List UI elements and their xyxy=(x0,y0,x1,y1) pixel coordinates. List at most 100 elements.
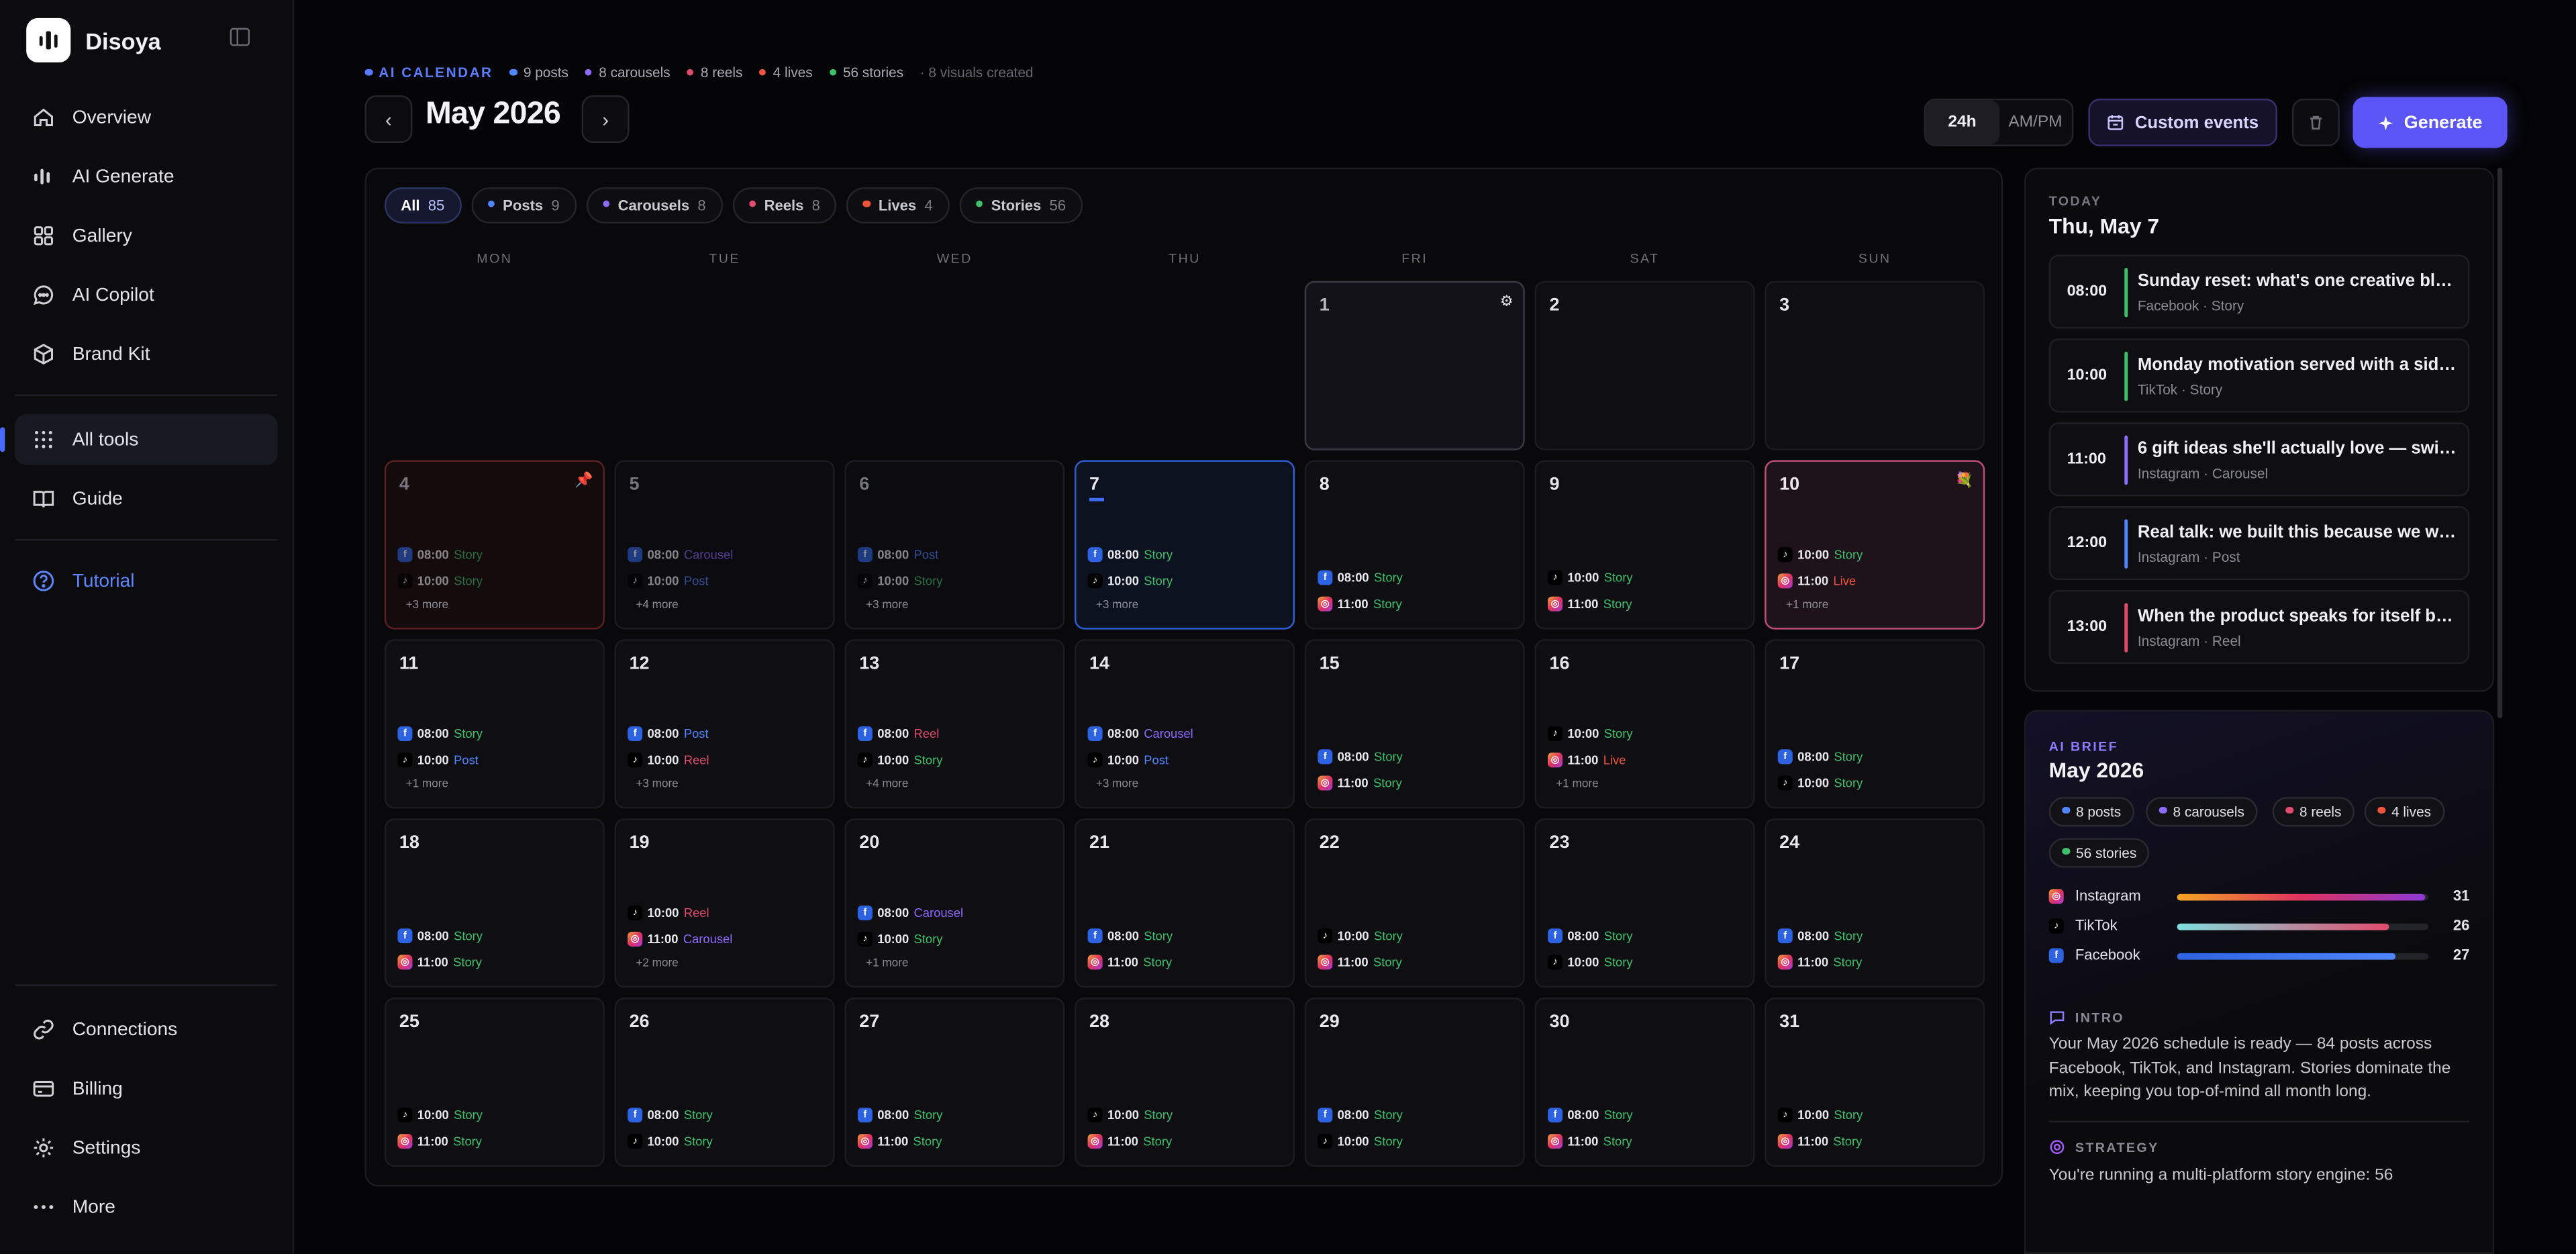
calendar-event[interactable]: ◎ 11:00 Story xyxy=(397,1134,482,1149)
day-cell-27[interactable]: 27 f 08:00 Story ◎ 11:00 Story xyxy=(844,997,1065,1167)
calendar-event[interactable]: f 08:00 Story xyxy=(1777,928,1863,944)
filter-chip-posts[interactable]: Posts 9 xyxy=(470,187,577,224)
next-month-button[interactable]: › xyxy=(581,95,630,143)
calendar-event[interactable]: ◎ 11:00 Story xyxy=(1087,955,1172,970)
calendar-event[interactable]: ♪ 10:00 Story xyxy=(397,573,483,589)
calendar-event[interactable]: f 08:00 Carousel xyxy=(628,547,733,563)
sidebar-item-tutorial[interactable]: Tutorial xyxy=(15,555,278,606)
calendar-event[interactable]: ◎ 11:00 Story xyxy=(1548,1134,1632,1149)
toggle-24h[interactable]: 24h xyxy=(1926,100,1999,145)
calendar-event[interactable]: f 08:00 Story xyxy=(1318,749,1403,765)
filter-chip-all[interactable]: All 85 xyxy=(384,187,461,224)
calendar-event[interactable]: ♪ 10:00 Story xyxy=(1548,570,1633,585)
calendar-event[interactable]: f 08:00 Carousel xyxy=(857,905,963,920)
day-cell-17[interactable]: 17 f 08:00 Story ♪ 10:00 Story xyxy=(1765,639,1985,809)
day-cell-6[interactable]: 6 f 08:00 Post ♪ 10:00 Story +3 more xyxy=(844,460,1065,630)
today-event-card[interactable]: 08:00 Sunday reset: what's one creative … xyxy=(2048,254,2470,329)
today-event-card[interactable]: 10:00 Monday motivation served with a si… xyxy=(2048,338,2470,413)
calendar-event[interactable]: f 08:00 Story xyxy=(1087,928,1173,944)
filter-chip-carousels[interactable]: Carousels 8 xyxy=(585,187,723,224)
prev-month-button[interactable]: ‹ xyxy=(364,95,413,143)
calendar-event[interactable]: ♪ 10:00 Story xyxy=(397,1107,483,1122)
sidebar-item-brand-kit[interactable]: Brand Kit xyxy=(15,329,278,380)
calendar-event[interactable]: ♪ 10:00 Story xyxy=(1777,547,1863,563)
filter-chip-stories[interactable]: Stories 56 xyxy=(958,187,1083,224)
sidebar-item-ai-generate[interactable]: AI Generate xyxy=(15,151,278,202)
toggle-ampm[interactable]: AM/PM xyxy=(1999,100,2072,144)
more-events-link[interactable]: +3 more xyxy=(866,600,908,612)
today-event-card[interactable]: 13:00 When the product speaks for itself… xyxy=(2048,589,2470,664)
calendar-event[interactable]: f 08:00 Reel xyxy=(857,726,939,742)
calendar-event[interactable]: ♪ 10:00 Story xyxy=(1548,955,1633,970)
calendar-event[interactable]: ♪ 10:00 Reel xyxy=(628,753,709,768)
calendar-event[interactable]: ♪ 10:00 Story xyxy=(1777,1107,1863,1122)
day-cell-20[interactable]: 20 f 08:00 Carousel ♪ 10:00 Story +1 mor… xyxy=(844,818,1065,988)
more-events-link[interactable]: +3 more xyxy=(406,600,448,612)
calendar-event[interactable]: ◎ 11:00 Carousel xyxy=(628,932,732,947)
sidebar-item-overview[interactable]: Overview xyxy=(15,92,278,143)
day-cell-24[interactable]: 24 f 08:00 Story ◎ 11:00 Story xyxy=(1765,818,1985,988)
day-cell-31[interactable]: 31 ♪ 10:00 Story ◎ 11:00 Story xyxy=(1765,997,1985,1167)
sidebar-item-all-tools[interactable]: All tools xyxy=(0,414,278,465)
sidebar-item-guide[interactable]: Guide xyxy=(15,473,278,524)
day-cell-4[interactable]: 4 📌 f 08:00 Story ♪ 10:00 Story +3 more xyxy=(384,460,605,630)
calendar-event[interactable]: f 08:00 Story xyxy=(1087,547,1173,563)
calendar-event[interactable]: ◎ 11:00 Story xyxy=(857,1134,942,1149)
calendar-event[interactable]: f 08:00 Story xyxy=(397,726,483,742)
calendar-event[interactable]: f 08:00 Post xyxy=(628,726,709,742)
calendar-event[interactable]: ♪ 10:00 Story xyxy=(1318,928,1403,944)
day-cell-15[interactable]: 15 f 08:00 Story ◎ 11:00 Story xyxy=(1304,639,1525,809)
day-cell-25[interactable]: 25 ♪ 10:00 Story ◎ 11:00 Story xyxy=(384,997,605,1167)
calendar-event[interactable]: ♪ 10:00 Reel xyxy=(628,905,709,920)
calendar-event[interactable]: f 08:00 Story xyxy=(1777,749,1863,765)
calendar-event[interactable]: ◎ 11:00 Story xyxy=(1777,955,1862,970)
more-events-link[interactable]: +3 more xyxy=(1096,600,1138,612)
day-cell-3[interactable]: 3 xyxy=(1765,281,1985,450)
day-cell-10[interactable]: 10 💐 ♪ 10:00 Story ◎ 11:00 Live +1 more xyxy=(1765,460,1985,630)
panel-scrollbar[interactable] xyxy=(2497,167,2503,718)
calendar-event[interactable]: f 08:00 Story xyxy=(397,928,483,944)
sidebar-item-settings[interactable]: Settings xyxy=(15,1122,278,1173)
generate-button[interactable]: Generate xyxy=(2352,97,2508,148)
day-cell-26[interactable]: 26 f 08:00 Story ♪ 10:00 Story xyxy=(614,997,835,1167)
day-cell-22[interactable]: 22 ♪ 10:00 Story ◎ 11:00 Story xyxy=(1304,818,1525,988)
more-events-link[interactable]: +2 more xyxy=(636,958,678,969)
today-event-card[interactable]: 12:00 Real talk: we built this because w… xyxy=(2048,505,2470,581)
calendar-event[interactable]: f 08:00 Story xyxy=(857,1107,942,1122)
day-cell-1[interactable]: 1 ⚙ xyxy=(1304,281,1525,450)
calendar-event[interactable]: ♪ 10:00 Story xyxy=(1087,573,1173,589)
calendar-event[interactable]: ♪ 10:00 Story xyxy=(628,1134,713,1149)
day-cell-16[interactable]: 16 ♪ 10:00 Story ◎ 11:00 Live +1 more xyxy=(1534,639,1755,809)
more-events-link[interactable]: +3 more xyxy=(1096,779,1138,790)
day-cell-7[interactable]: 7 f 08:00 Story ♪ 10:00 Story +3 more xyxy=(1074,460,1295,630)
calendar-event[interactable]: f 08:00 Story xyxy=(1318,1107,1403,1122)
more-events-link[interactable]: +4 more xyxy=(636,600,678,612)
day-cell-28[interactable]: 28 ♪ 10:00 Story ◎ 11:00 Story xyxy=(1074,997,1295,1167)
calendar-event[interactable]: ◎ 11:00 Story xyxy=(1548,596,1632,612)
calendar-event[interactable]: f 08:00 Story xyxy=(397,547,483,563)
day-cell-5[interactable]: 5 f 08:00 Carousel ♪ 10:00 Post +4 more xyxy=(614,460,835,630)
calendar-event[interactable]: ◎ 11:00 Story xyxy=(1777,1134,1862,1149)
sidebar-collapse-icon[interactable] xyxy=(230,28,250,46)
calendar-event[interactable]: ◎ 11:00 Story xyxy=(1318,596,1402,612)
day-cell-13[interactable]: 13 f 08:00 Reel ♪ 10:00 Story +4 more xyxy=(844,639,1065,809)
sidebar-item-billing[interactable]: Billing xyxy=(15,1063,278,1114)
calendar-event[interactable]: ◎ 11:00 Story xyxy=(1318,775,1402,791)
calendar-event[interactable]: ♪ 10:00 Story xyxy=(1087,1107,1173,1122)
day-cell-19[interactable]: 19 ♪ 10:00 Reel ◎ 11:00 Carousel +2 more xyxy=(614,818,835,988)
more-events-link[interactable]: +3 more xyxy=(636,779,678,790)
sidebar-item-gallery[interactable]: Gallery xyxy=(15,210,278,261)
calendar-event[interactable]: ◎ 11:00 Live xyxy=(1548,753,1626,768)
calendar-event[interactable]: ◎ 11:00 Story xyxy=(397,955,482,970)
calendar-event[interactable]: ◎ 11:00 Live xyxy=(1777,573,1856,589)
day-cell-11[interactable]: 11 f 08:00 Story ♪ 10:00 Post +1 more xyxy=(384,639,605,809)
calendar-event[interactable]: ◎ 11:00 Story xyxy=(1318,955,1402,970)
day-cell-12[interactable]: 12 f 08:00 Post ♪ 10:00 Reel +3 more xyxy=(614,639,835,809)
calendar-event[interactable]: f 08:00 Story xyxy=(1318,570,1403,585)
filter-chip-lives[interactable]: Lives 4 xyxy=(846,187,950,224)
more-events-link[interactable]: +4 more xyxy=(866,779,908,790)
calendar-event[interactable]: ♪ 10:00 Post xyxy=(628,573,709,589)
day-cell-21[interactable]: 21 f 08:00 Story ◎ 11:00 Story xyxy=(1074,818,1295,988)
more-events-link[interactable]: +1 more xyxy=(866,958,908,969)
filter-chip-reels[interactable]: Reels 8 xyxy=(732,187,837,224)
